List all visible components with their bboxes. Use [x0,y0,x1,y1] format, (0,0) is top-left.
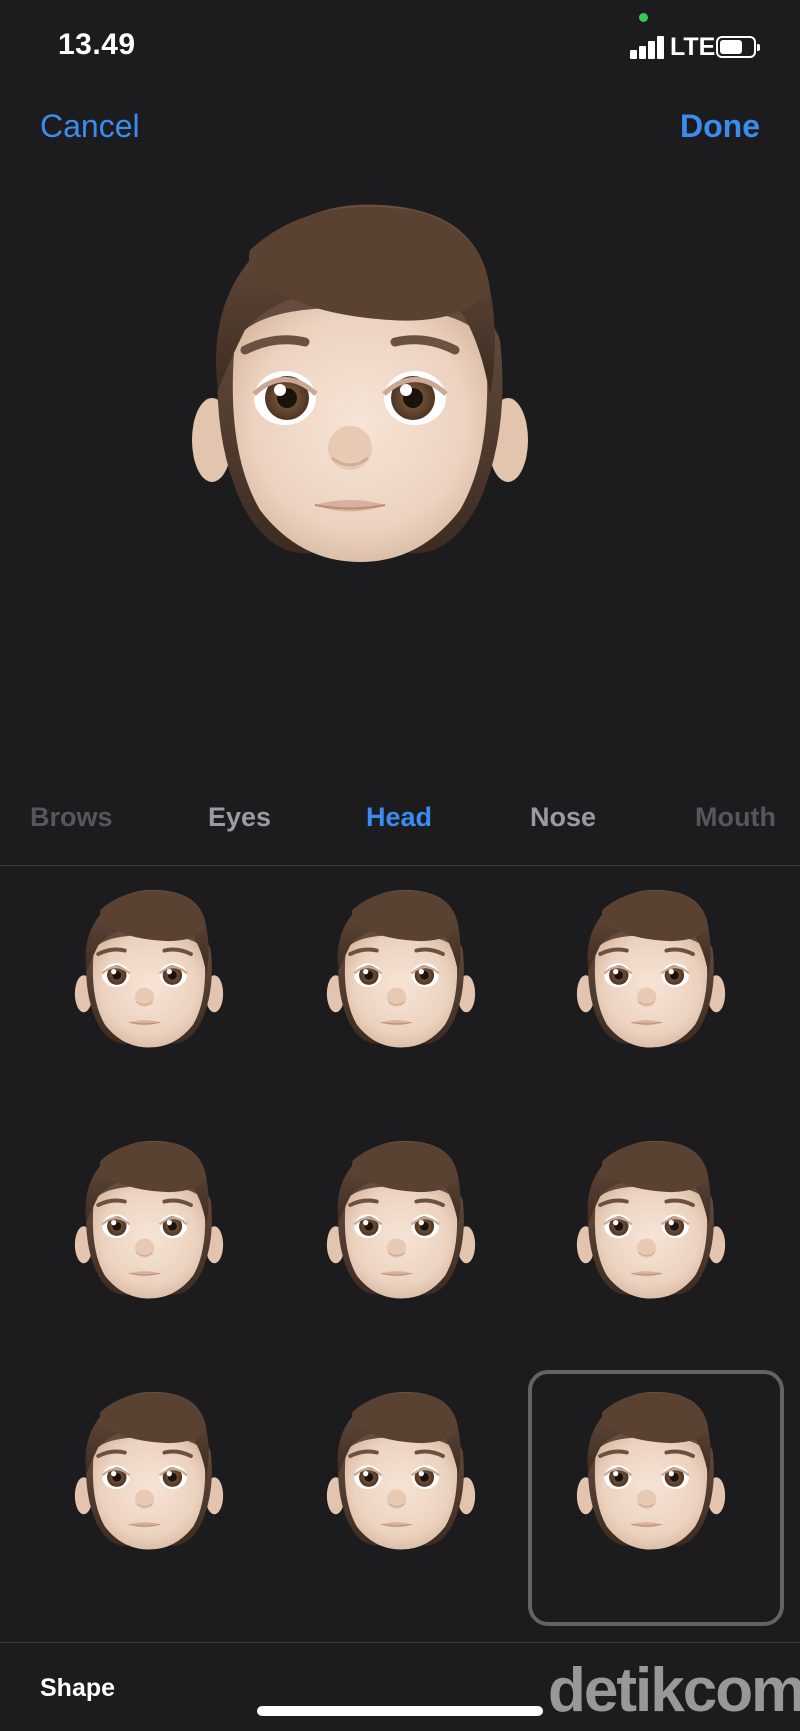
status-bar: 13.49 LTE [0,0,800,90]
status-time: 13.49 [58,28,136,61]
section-label-shape: Shape [40,1674,116,1702]
memoji-option-image [74,1134,224,1329]
signal-strength-icon [630,35,666,59]
memoji-preview [190,190,530,630]
battery-icon [716,36,760,58]
tabs-divider [0,865,800,866]
head-option[interactable] [24,1119,274,1369]
bottom-divider [0,1642,800,1643]
head-option[interactable] [24,868,274,1118]
head-options-grid [0,868,800,1638]
memoji-option-image [576,1134,726,1329]
memoji-editor-screen: 13.49 LTE Cancel Done Brows Eyes Head No… [0,0,800,1731]
tab-mouth[interactable]: Mouth [695,802,776,833]
cancel-button[interactable]: Cancel [40,108,140,145]
head-option[interactable] [526,1119,776,1369]
head-option[interactable] [276,868,526,1118]
tab-head[interactable]: Head [366,802,432,833]
head-option[interactable] [24,1370,274,1620]
watermark-logo: detikcom [548,1656,800,1725]
memoji-option-image [576,883,726,1078]
head-option[interactable] [526,868,776,1118]
memoji-option-image [74,1385,224,1580]
memoji-option-image [326,1134,476,1329]
feature-tabs: Brows Eyes Head Nose Mouth [0,790,800,850]
memoji-option-image [74,883,224,1078]
home-indicator[interactable] [257,1706,543,1716]
tab-eyes[interactable]: Eyes [208,802,271,833]
camera-indicator-dot [639,13,648,22]
memoji-option-image [576,1385,726,1580]
memoji-option-image [326,1385,476,1580]
network-type: LTE [670,33,716,61]
head-option-selected[interactable] [526,1370,784,1626]
head-option[interactable] [276,1119,526,1369]
memoji-option-image [326,883,476,1078]
head-option[interactable] [276,1370,526,1620]
done-button[interactable]: Done [680,108,760,145]
tab-nose[interactable]: Nose [530,802,596,833]
tab-brows[interactable]: Brows [30,802,113,833]
